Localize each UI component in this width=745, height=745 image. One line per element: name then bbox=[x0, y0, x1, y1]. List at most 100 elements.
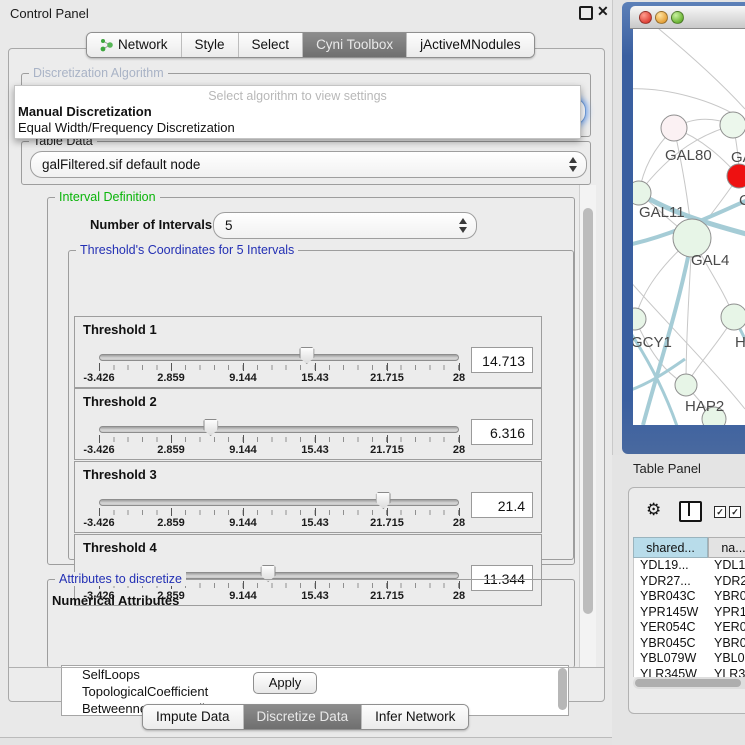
threshold-value-field[interactable]: 6.316 bbox=[471, 419, 533, 445]
slider-track[interactable] bbox=[99, 426, 459, 433]
tab-label: Infer Network bbox=[375, 705, 455, 729]
tab-cyni-toolbox[interactable]: Cyni Toolbox bbox=[302, 33, 406, 57]
algorithm-option-manual[interactable]: Manual Discretization bbox=[18, 104, 152, 119]
slider-track[interactable] bbox=[99, 499, 459, 506]
tick-label: 21.715 bbox=[370, 517, 404, 529]
threshold-slider[interactable]: -3.426 2.859 9.144 15.43 21.715 28 bbox=[99, 345, 459, 379]
column-header-shared[interactable]: shared... bbox=[633, 537, 708, 558]
settings-scrollbar[interactable] bbox=[579, 185, 596, 667]
tab-discretize-data[interactable]: Discretize Data bbox=[243, 705, 362, 729]
stepper-arrows-icon bbox=[568, 157, 577, 172]
checkbox-icon[interactable]: ✓ bbox=[729, 506, 741, 518]
stepper-arrows-icon bbox=[458, 218, 467, 233]
tick-label: 15.43 bbox=[301, 444, 329, 456]
slider-thumb[interactable] bbox=[203, 419, 218, 436]
interval-definition-group-title: Interval Definition bbox=[55, 190, 160, 204]
node-label-gal4: GAL4 bbox=[691, 252, 729, 269]
tick-label: 21.715 bbox=[370, 444, 404, 456]
table-data-select[interactable]: galFiltered.sif default node bbox=[30, 151, 587, 178]
threshold-label: Threshold 1 bbox=[83, 322, 157, 337]
algorithm-option-equal-width[interactable]: Equal Width/Frequency Discretization bbox=[18, 120, 235, 135]
table-row[interactable]: YDR27...YDR2 bbox=[634, 574, 745, 590]
table-row[interactable]: YER054CYER0 bbox=[634, 620, 745, 636]
node-label-h: H bbox=[735, 334, 745, 351]
screenshot-root: Control Panel ✕ Network Style Select Cyn… bbox=[0, 0, 745, 745]
thresholds-group-title: Threshold's Coordinates for 5 Intervals bbox=[76, 243, 298, 257]
control-panel-window: Control Panel ✕ Network Style Select Cyn… bbox=[0, 0, 613, 738]
control-panel-title: Control Panel bbox=[10, 6, 89, 21]
tick-label: 28 bbox=[453, 372, 465, 384]
node-label-hap2: HAP2 bbox=[685, 398, 724, 415]
tick-label: 9.144 bbox=[229, 517, 257, 529]
tick-label: 9.144 bbox=[229, 444, 257, 456]
network-icon bbox=[100, 38, 113, 52]
zoom-traffic-light-icon[interactable] bbox=[671, 11, 684, 24]
float-window-icon[interactable] bbox=[579, 6, 593, 20]
threshold-3-panel: Threshold 3 -3.426 2.859 9.144 15.43 21.… bbox=[74, 461, 542, 533]
table-horizontal-scrollbar[interactable] bbox=[633, 677, 745, 689]
tab-jactivemnodules[interactable]: jActiveMNodules bbox=[406, 33, 534, 57]
table-row[interactable]: YLR345WYLR3 bbox=[634, 667, 745, 678]
threshold-label: Threshold 2 bbox=[83, 394, 157, 409]
network-view-window: GAL80 GA GAL11 C GAL4 GCY1 H HAP2 bbox=[622, 2, 745, 454]
tick-label: 21.715 bbox=[370, 372, 404, 384]
table-row[interactable]: YDL19...YDL1 bbox=[634, 558, 745, 574]
tick-label: -3.426 bbox=[83, 444, 114, 456]
threshold-value-field[interactable]: 14.713 bbox=[471, 347, 533, 373]
slider-ticks bbox=[99, 437, 459, 442]
apply-button[interactable]: Apply bbox=[253, 672, 317, 694]
red-node[interactable] bbox=[727, 164, 745, 188]
tick-label: -3.426 bbox=[83, 517, 114, 529]
threshold-2-panel: Threshold 2 -3.426 2.859 9.144 15.43 21.… bbox=[74, 388, 542, 460]
tab-label: jActiveMNodules bbox=[420, 33, 521, 57]
bottom-tab-bar: Impute Data Discretize Data Infer Networ… bbox=[142, 704, 469, 730]
tab-label: Select bbox=[252, 33, 290, 57]
threshold-value-field[interactable]: 21.4 bbox=[471, 492, 533, 518]
close-traffic-light-icon[interactable] bbox=[639, 11, 652, 24]
close-icon[interactable]: ✕ bbox=[597, 3, 609, 20]
table-scrollbar-thumb[interactable] bbox=[635, 679, 741, 687]
tab-infer-network[interactable]: Infer Network bbox=[361, 705, 468, 729]
tab-select[interactable]: Select bbox=[238, 33, 303, 57]
node-label-c: C bbox=[739, 192, 745, 209]
network-window-titlebar[interactable] bbox=[630, 6, 745, 29]
slider-thumb[interactable] bbox=[299, 347, 314, 364]
threshold-slider[interactable]: -3.426 2.859 9.144 15.43 21.715 28 bbox=[99, 490, 459, 524]
threshold-slider[interactable]: -3.426 2.859 9.144 15.43 21.715 28 bbox=[99, 417, 459, 451]
tick-label: -3.426 bbox=[83, 372, 114, 384]
number-of-intervals-value: 5 bbox=[225, 213, 233, 238]
algorithm-hint-option[interactable]: Select algorithm to view settings bbox=[15, 89, 580, 103]
table-panel-box: ⚙ ✓ ✓ shared... na... YDL19...YDL1 YDR27… bbox=[628, 487, 745, 714]
threshold-label: Threshold 4 bbox=[83, 540, 157, 555]
tab-style[interactable]: Style bbox=[181, 33, 238, 57]
minimize-traffic-light-icon[interactable] bbox=[655, 11, 668, 24]
list-scrollbar-thumb[interactable] bbox=[558, 668, 567, 710]
slider-track[interactable] bbox=[99, 354, 459, 361]
algorithm-dropdown-popup: Select algorithm to view settings Manual… bbox=[14, 85, 581, 139]
table-row[interactable]: YPR145WYPR1 bbox=[634, 605, 745, 621]
interval-definition-group: Interval Definition Number of Intervals … bbox=[47, 197, 575, 565]
tab-network[interactable]: Network bbox=[87, 33, 181, 57]
table-row[interactable]: YBR045CYBR0 bbox=[634, 636, 745, 652]
tab-label: Network bbox=[118, 33, 168, 57]
numerical-attributes-label: Numerical Attributes bbox=[52, 593, 179, 608]
network-graph: GAL80 GA GAL11 C GAL4 GCY1 H HAP2 bbox=[633, 29, 745, 425]
node-label-gcy1: GCY1 bbox=[633, 334, 672, 351]
tick-label: 2.859 bbox=[157, 517, 185, 529]
gear-icon[interactable]: ⚙ bbox=[646, 500, 661, 520]
split-panes-icon[interactable] bbox=[679, 501, 702, 522]
slider-thumb[interactable] bbox=[376, 492, 391, 509]
number-of-intervals-select[interactable]: 5 bbox=[213, 212, 477, 239]
table-row[interactable]: YBR043CYBR0 bbox=[634, 589, 745, 605]
settings-scrollbar-thumb[interactable] bbox=[583, 208, 593, 614]
column-header-name[interactable]: na... bbox=[708, 537, 745, 558]
top-tab-bar: Network Style Select Cyni Toolbox jActiv… bbox=[86, 32, 535, 58]
tick-label: 2.859 bbox=[157, 444, 185, 456]
checkbox-icon[interactable]: ✓ bbox=[714, 506, 726, 518]
network-canvas[interactable]: GAL80 GA GAL11 C GAL4 GCY1 H HAP2 bbox=[633, 29, 745, 425]
table-row[interactable]: YBL079WYBL0 bbox=[634, 651, 745, 667]
tab-label: Discretize Data bbox=[257, 705, 349, 729]
attributes-group-title: Attributes to discretize bbox=[55, 572, 186, 586]
tab-impute-data[interactable]: Impute Data bbox=[143, 705, 243, 729]
tab-label: Impute Data bbox=[156, 705, 230, 729]
